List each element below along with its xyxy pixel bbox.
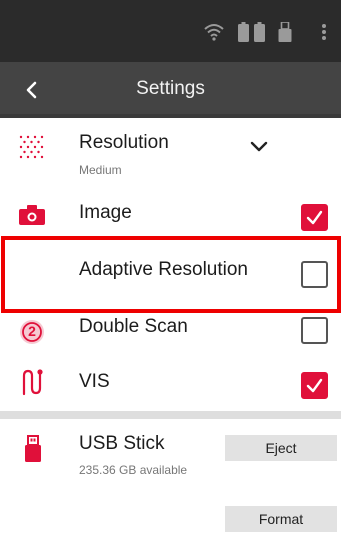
checkmark-icon <box>306 210 323 225</box>
highlight-box <box>1 236 341 313</box>
battery-icon <box>254 22 265 42</box>
resolution-dots-icon <box>19 135 44 159</box>
usb-stick-label: USB Stick <box>79 433 165 454</box>
page-title: Settings <box>136 78 205 99</box>
overflow-menu-icon[interactable] <box>321 22 327 42</box>
vis-label: VIS <box>79 371 110 392</box>
double-scan-row[interactable]: 2 Double Scan <box>0 314 341 360</box>
double-scan-checkbox[interactable] <box>301 317 328 344</box>
resolution-row[interactable]: Resolution Medium <box>0 122 341 184</box>
vis-icon <box>22 369 43 396</box>
vis-row[interactable]: VIS <box>0 362 341 410</box>
usb-drive-icon <box>278 22 292 42</box>
status-bar <box>0 0 341 62</box>
resolution-label: Resolution <box>79 132 169 153</box>
resolution-value: Medium <box>79 163 122 177</box>
eject-button[interactable]: Eject <box>225 435 337 461</box>
battery-icon <box>238 22 249 42</box>
format-button[interactable]: Format <box>225 506 337 532</box>
usb-stick-row: USB Stick 235.36 GB available Eject Form… <box>0 419 341 560</box>
camera-icon <box>19 205 45 225</box>
double-scan-label: Double Scan <box>79 316 188 337</box>
chevron-down-icon[interactable] <box>249 140 269 154</box>
double-scan-badge: 2 <box>28 323 36 339</box>
wifi-icon <box>204 24 224 41</box>
vis-checkbox[interactable] <box>301 372 328 399</box>
usb-available-text: 235.36 GB available <box>79 463 188 477</box>
usb-stick-icon <box>25 435 41 462</box>
section-divider <box>0 411 341 419</box>
image-checkbox[interactable] <box>301 204 328 231</box>
image-label: Image <box>79 202 132 223</box>
app-bar: Settings <box>0 62 341 118</box>
checkmark-icon <box>306 378 323 393</box>
image-row[interactable]: Image <box>0 188 341 236</box>
